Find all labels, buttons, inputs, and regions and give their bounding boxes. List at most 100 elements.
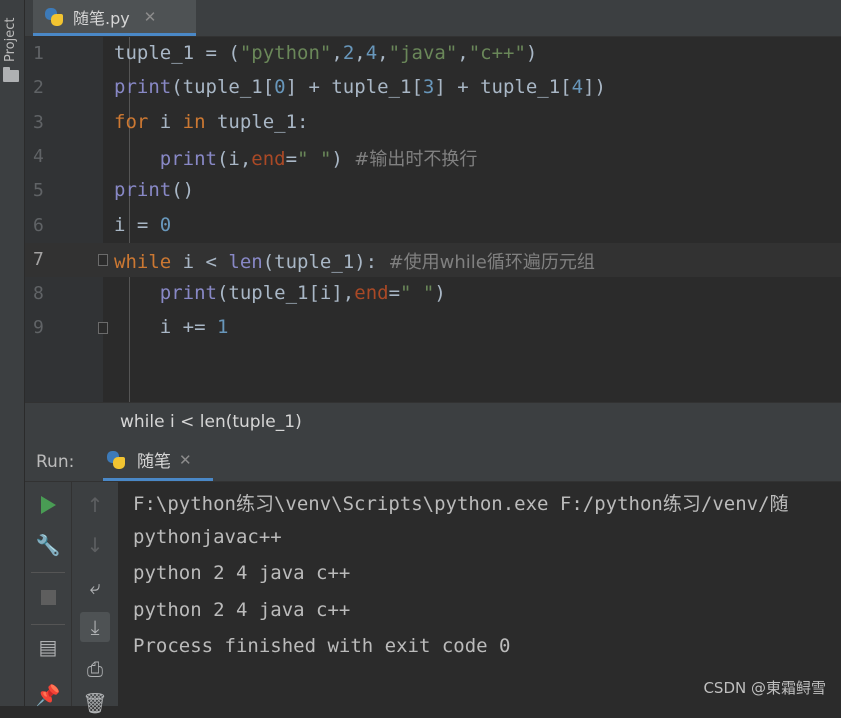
code-token: (i,: [216, 147, 252, 170]
code-line[interactable]: 7 while i < len(tuple_1): #使用while循环遍历元组: [25, 242, 841, 277]
code-token: print: [114, 76, 172, 99]
code-token: =: [285, 147, 298, 170]
close-run-tab-icon[interactable]: ✕: [179, 451, 192, 469]
code-token: (tuple_1[: [171, 76, 275, 99]
code-token: ): [525, 42, 538, 64]
code-token: (tuple_1):: [262, 250, 389, 273]
code-line[interactable]: 2 print(tuple_1[0] + tuple_1[3] + tuple_1…: [25, 71, 841, 105]
console-output[interactable]: F:\python练习\venv\Scripts\python.exe F:/p…: [133, 487, 841, 670]
run-label: Run:: [36, 452, 75, 472]
code-token: 2: [342, 42, 355, 64]
code-token: "python": [239, 42, 332, 64]
code-token: " ": [400, 282, 435, 305]
trash-icon[interactable]: 🗑: [80, 688, 110, 718]
folder-icon[interactable]: [3, 67, 19, 82]
code-token: 1: [216, 316, 229, 339]
code-token: (tuple_1[i],: [216, 282, 355, 305]
stop-icon[interactable]: [33, 582, 63, 612]
run-tab[interactable]: 随笔 ✕: [103, 441, 213, 481]
run-toolbar-secondary: ↑ ↓ ⤶ ⤓ ⎙ 🗑: [71, 482, 118, 715]
console-line: F:\python练习\venv\Scripts\python.exe F:/p…: [133, 493, 789, 515]
line-number: 5: [33, 180, 44, 202]
line-number: 6: [33, 214, 44, 236]
soft-wrap-icon[interactable]: ⤶: [80, 572, 110, 602]
code-token: ,: [331, 42, 343, 64]
editor-tab-bar: 随笔.py ✕: [25, 0, 841, 37]
console-line: pythonjavac++: [133, 525, 282, 548]
code-line[interactable]: 3 for i in tuple_1:: [25, 106, 841, 140]
play-icon[interactable]: [33, 490, 63, 520]
code-line[interactable]: 8 print(tuple_1[i],end=" "): [25, 277, 841, 311]
code-line[interactable]: 5 print(): [25, 174, 841, 208]
code-token: ,: [377, 42, 389, 64]
fold-marker-icon[interactable]: [98, 322, 108, 335]
code-line[interactable]: 4 print(i,end=" ") #输出时不换行: [25, 140, 841, 174]
print-icon[interactable]: ⎙: [80, 654, 110, 684]
code-line[interactable]: 9 i += 1: [25, 311, 841, 345]
code-token: ] + tuple_1[: [434, 76, 572, 99]
code-token: =: [388, 282, 401, 305]
line-number: 1: [33, 43, 44, 64]
code-token: ): [434, 282, 446, 305]
run-panel-header: Run: 随笔 ✕: [25, 441, 841, 482]
line-number: 4: [33, 145, 44, 167]
arrow-down-icon[interactable]: ↓: [80, 530, 110, 560]
code-text: print(tuple_1[i],end=" "): [114, 282, 446, 304]
editor-tab[interactable]: 随笔.py ✕: [33, 0, 196, 36]
code-token: "c++": [468, 42, 526, 64]
code-token: print: [159, 282, 217, 305]
code-token: tuple_1:: [205, 110, 309, 133]
line-number: 9: [33, 317, 44, 339]
project-tool-strip: Project: [0, 0, 25, 706]
python-run-icon: [105, 449, 127, 471]
line-number: 7: [33, 248, 44, 270]
code-text: while i < len(tuple_1): #使用while循环遍历元组: [114, 248, 595, 274]
breadcrumb: while i < len(tuple_1): [25, 402, 841, 442]
code-token: for: [114, 110, 149, 133]
code-token: 3: [422, 76, 435, 99]
code-text: for i in tuple_1:: [114, 111, 309, 133]
code-token: i: [148, 110, 183, 133]
code-line[interactable]: 1 tuple_1 = ("python",2,4,"java","c++"): [25, 37, 841, 71]
code-token: " ": [297, 147, 332, 170]
run-tab-title: 随笔: [137, 452, 171, 472]
code-token: 4: [571, 76, 584, 99]
code-token: while: [114, 250, 172, 273]
code-token: ,: [457, 42, 469, 64]
line-number: 3: [33, 111, 44, 133]
breadcrumb-item[interactable]: while i < len(tuple_1): [120, 412, 302, 432]
code-editor[interactable]: 1 tuple_1 = ("python",2,4,"java","c++") 2 p…: [25, 37, 841, 402]
code-token: 4: [365, 42, 378, 64]
code-token: tuple_1 = (: [114, 42, 240, 64]
layout-icon[interactable]: ▤: [33, 632, 63, 662]
close-tab-icon[interactable]: ✕: [144, 8, 157, 26]
line-number: 8: [33, 283, 44, 305]
code-token: end: [354, 282, 389, 305]
project-tool-button[interactable]: Project: [3, 18, 18, 62]
code-token: (): [171, 179, 195, 202]
scroll-to-end-icon[interactable]: ⤓: [80, 612, 110, 642]
code-token: in: [182, 110, 206, 133]
editor-tab-title: 随笔.py: [73, 8, 130, 28]
code-token: end: [251, 147, 286, 170]
line-number: 2: [33, 77, 44, 99]
console-line: python 2 4 java c++: [133, 562, 351, 584]
watermark: CSDN @東霜鲟雪: [703, 679, 826, 697]
fold-marker-icon[interactable]: [98, 253, 108, 266]
code-text: print(): [114, 179, 194, 201]
code-text: print(tuple_1[0] + tuple_1[3] + tuple_1[…: [114, 76, 606, 98]
code-text: i += 1: [114, 316, 229, 339]
code-token: #输出时不换行: [354, 148, 478, 170]
console-line: Process finished with exit code 0: [133, 635, 511, 657]
code-token: i +=: [114, 316, 217, 339]
toolbar-separator: [31, 572, 65, 573]
code-token: "java": [388, 42, 458, 64]
arrow-up-icon[interactable]: ↑: [80, 490, 110, 520]
toolbar-separator: [31, 624, 65, 625]
wrench-icon[interactable]: 🔧: [33, 530, 63, 560]
code-token: print: [114, 179, 172, 202]
code-line[interactable]: 6 i = 0: [25, 209, 841, 243]
code-token: i =: [114, 213, 160, 236]
code-token: 0: [159, 213, 172, 236]
